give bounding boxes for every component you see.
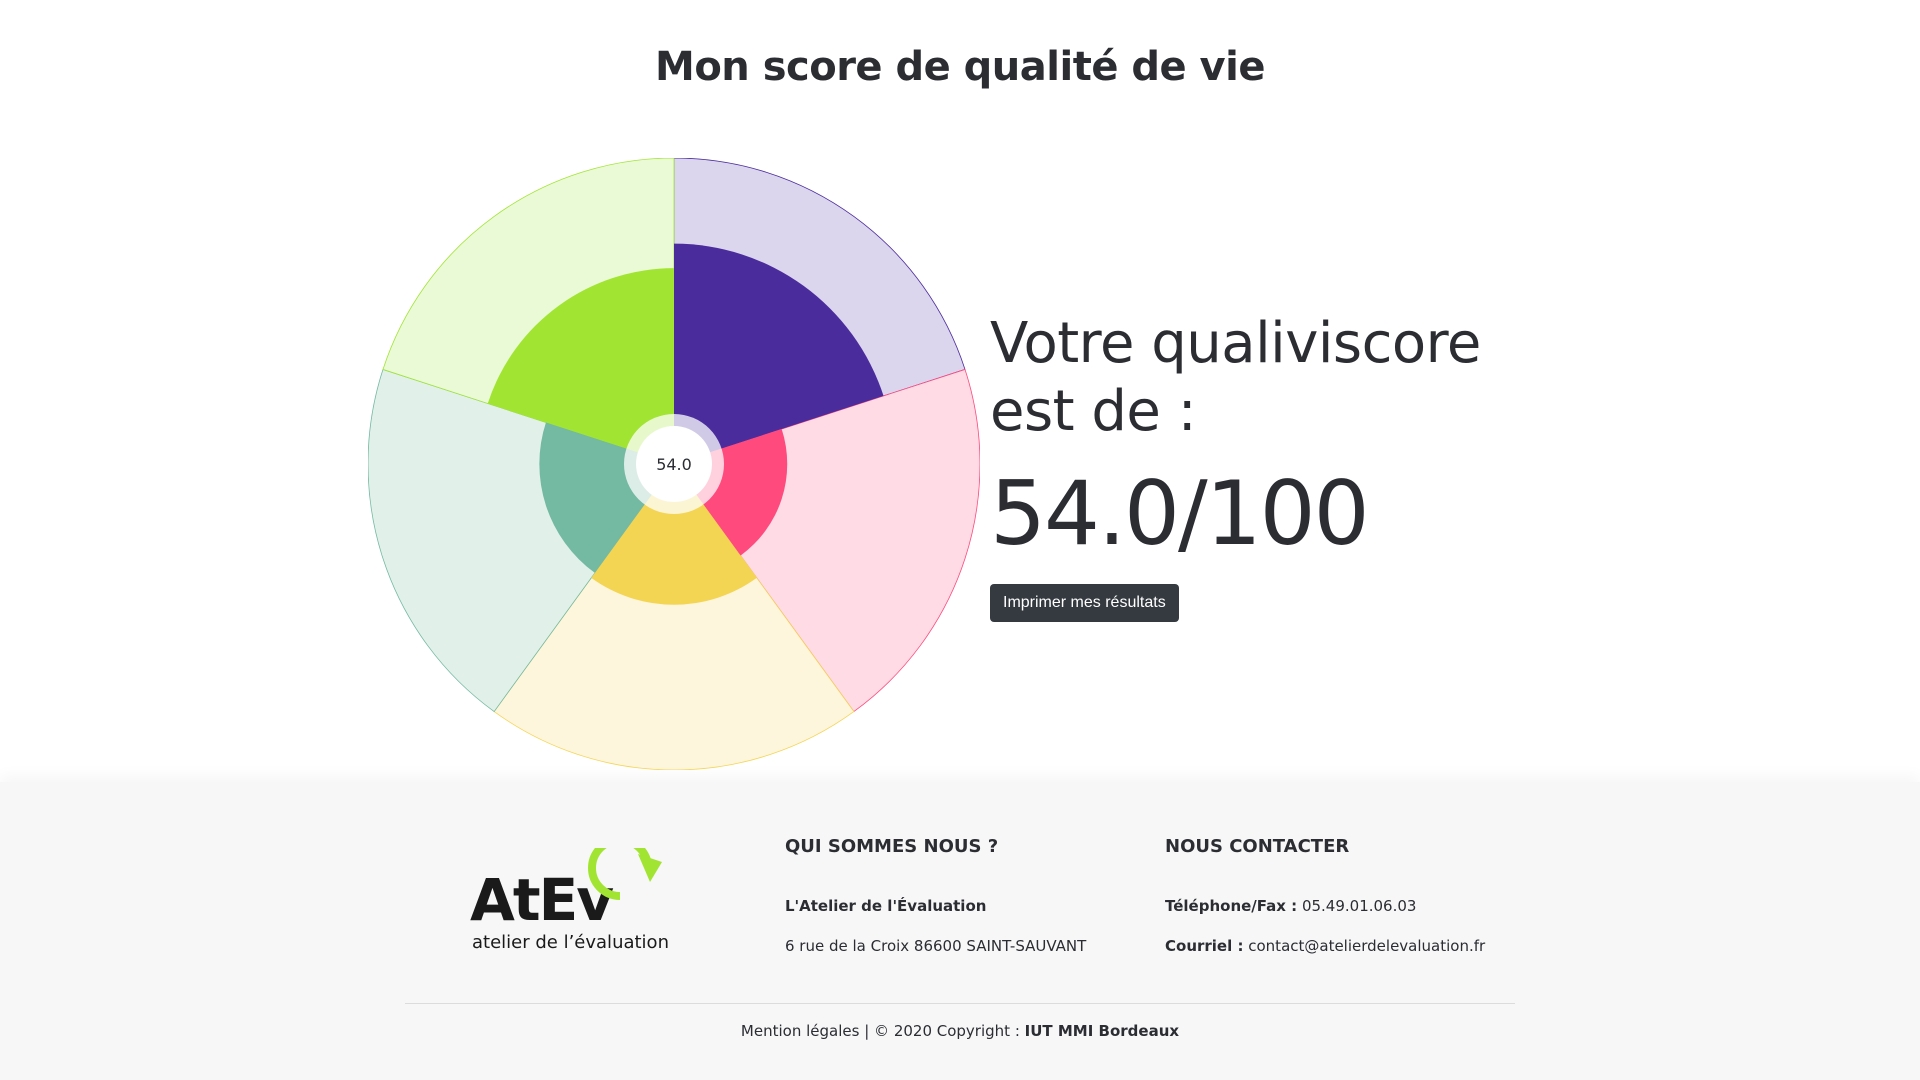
footer-bottom: Mention légales | © 2020 Copyright : IUT… bbox=[0, 1022, 1920, 1040]
about-column: QUI SOMMES NOUS ? L'Atelier de l'Évaluat… bbox=[785, 836, 1086, 977]
score-value: 54.0/100 bbox=[990, 462, 1370, 565]
about-title: QUI SOMMES NOUS ? bbox=[785, 836, 999, 857]
email-label: Courriel : bbox=[1165, 937, 1244, 955]
email-value[interactable]: contact@atelierdelevaluation.fr bbox=[1248, 937, 1485, 955]
center-score-label: 54.0 bbox=[656, 455, 692, 474]
atev-logo: AtEv atelier de l’évaluation bbox=[470, 848, 669, 953]
contact-phone: Téléphone/Fax : 05.49.01.06.03 bbox=[1165, 897, 1485, 915]
phone-value: 05.49.01.06.03 bbox=[1301, 897, 1417, 915]
legal-mentions-link[interactable]: Mention légales bbox=[741, 1022, 860, 1040]
copyright-owner: IUT MMI Bordeaux bbox=[1024, 1022, 1180, 1040]
contact-title: NOUS CONTACTER bbox=[1165, 836, 1350, 857]
score-panel: Votre qualiviscore est de : 54.0/100 Imp… bbox=[990, 310, 1510, 622]
footer-separator bbox=[405, 1003, 1515, 1004]
page-title: Mon score de qualité de vie bbox=[655, 44, 1265, 90]
about-address: 6 rue de la Croix 86600 SAINT-SAUVANT bbox=[785, 937, 1087, 955]
footer-divider: | bbox=[864, 1022, 870, 1040]
logo-tagline: atelier de l’évaluation bbox=[472, 932, 669, 953]
logo-arrowhead-icon bbox=[638, 854, 662, 882]
copyright-text: © 2020 Copyright : bbox=[874, 1022, 1020, 1040]
print-results-button[interactable]: Imprimer mes résultats bbox=[990, 584, 1179, 622]
contact-email: Courriel : contact@atelierdelevaluation.… bbox=[1165, 937, 1485, 955]
qualiviscore-polar-chart: 54.0 bbox=[368, 158, 980, 770]
contact-column: NOUS CONTACTER Téléphone/Fax : 05.49.01.… bbox=[1165, 836, 1485, 977]
about-name: L'Atelier de l'Évaluation bbox=[785, 897, 987, 915]
polar-area-chart: 54.0 bbox=[368, 158, 980, 770]
score-label: Votre qualiviscore est de : bbox=[990, 311, 1481, 444]
phone-label: Téléphone/Fax : bbox=[1165, 897, 1298, 915]
